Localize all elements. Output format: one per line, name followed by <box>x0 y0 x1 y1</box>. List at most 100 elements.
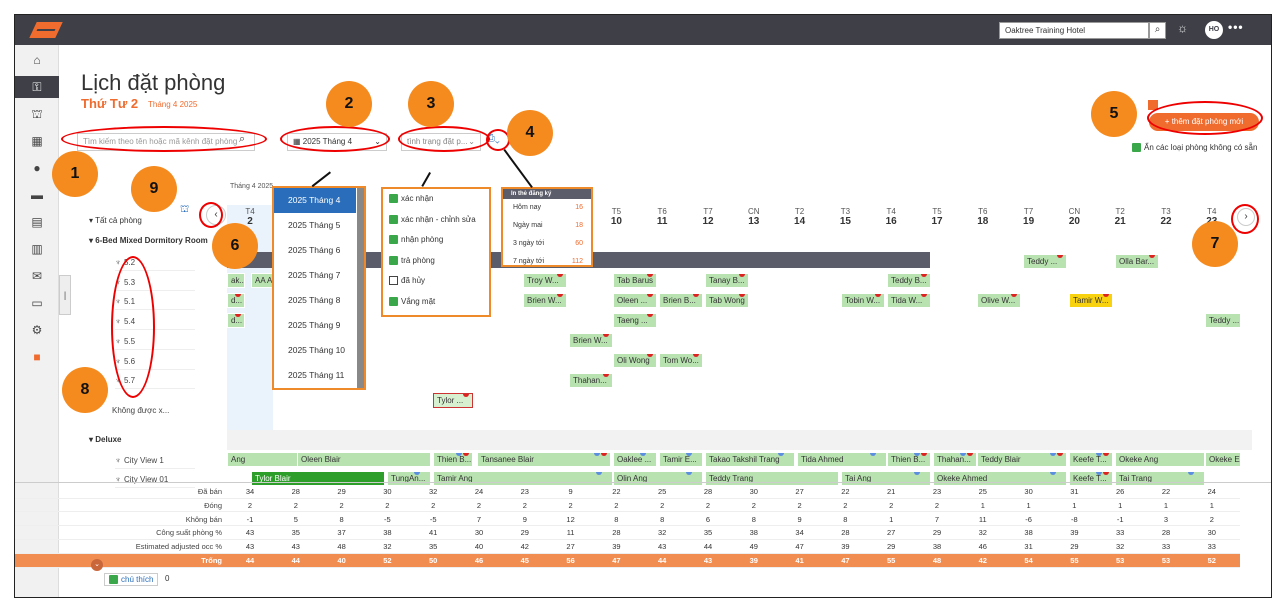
booking-bar[interactable]: Tom Wo... <box>659 353 703 368</box>
more-icon[interactable]: ••• <box>1228 20 1244 34</box>
copy-icon[interactable]: ▤ <box>15 211 59 233</box>
all-rooms-toggle[interactable]: ▾ Tất cả phòng <box>89 216 142 225</box>
bag-icon[interactable]: ■ <box>15 346 59 368</box>
booking-bar[interactable]: Takao Takshil Trang <box>705 452 795 467</box>
booking-bar[interactable]: Tamir E... <box>659 452 703 467</box>
status-option[interactable]: đã hủy <box>383 271 489 292</box>
stats-value: 33 <box>1161 542 1171 552</box>
booking-bar[interactable]: Tida W... <box>887 293 931 308</box>
booking-bar[interactable]: Tab Wong <box>705 293 749 308</box>
stats-value: 47 <box>612 556 621 565</box>
booking-bar[interactable]: Teddy ... <box>1023 254 1067 269</box>
month-option[interactable]: 2025 Tháng 5 <box>274 213 356 238</box>
month-option[interactable]: 2025 Tháng 4 <box>274 188 356 213</box>
booking-bar[interactable]: Tamir W... <box>1069 293 1113 308</box>
lightbulb-icon[interactable]: ☼ <box>1177 21 1188 35</box>
hotel-selector[interactable]: Oaktree Training Hotel <box>999 22 1149 39</box>
chevron-down-icon[interactable]: ⌄ <box>91 559 103 571</box>
booking-bar[interactable]: Tylor ... <box>433 393 473 408</box>
room-type-header[interactable]: ▾ Deluxe <box>89 435 121 444</box>
booking-bar[interactable]: Oleen ... <box>613 293 657 308</box>
print-option[interactable]: Hôm nay 16 <box>503 199 591 217</box>
booking-bar[interactable]: Troy W... <box>523 273 567 288</box>
booking-bar[interactable]: Oaklee ... <box>613 452 657 467</box>
highlight-ring <box>61 126 267 152</box>
stats-label: Đã bán <box>197 487 222 496</box>
booking-bar[interactable]: d... <box>227 313 245 328</box>
status-option-label: nhận phòng <box>401 235 444 244</box>
stats-value: 28 <box>612 528 621 538</box>
avatar[interactable]: HO <box>1205 21 1223 39</box>
print-option-label: 3 ngày tới <box>513 240 545 247</box>
booking-bar[interactable]: Teddy B... <box>887 273 931 288</box>
month-option[interactable]: 2025 Tháng 10 <box>274 338 356 363</box>
status-option[interactable]: trả phòng <box>383 251 489 272</box>
booking-bar[interactable]: Thahan... <box>933 452 977 467</box>
status-option[interactable]: nhận phòng <box>383 230 489 251</box>
month-option[interactable]: 2025 Tháng 8 <box>274 288 356 313</box>
booking-bar[interactable]: Keefe T... <box>1069 452 1113 467</box>
booking-bar[interactable]: Teddy ... <box>1205 313 1241 328</box>
month-option[interactable]: 2025 Tháng 9 <box>274 313 356 338</box>
booking-bar[interactable]: Okeke E <box>1205 452 1241 467</box>
stats-value: 46 <box>978 542 987 552</box>
idcard-icon[interactable]: ▭ <box>15 292 59 314</box>
booking-bar[interactable]: Tobin W... <box>841 293 885 308</box>
booking-bar[interactable]: Thien B... <box>887 452 931 467</box>
booking-bar[interactable]: Teddy Blair <box>977 452 1067 467</box>
booking-bar[interactable]: Brien W... <box>523 293 567 308</box>
stats-value: 42 <box>520 542 529 552</box>
booking-bar[interactable]: Oli Wong <box>613 353 657 368</box>
stats-value: 43 <box>703 556 713 565</box>
home-icon[interactable]: ⌂ <box>15 49 59 71</box>
booking-bar[interactable]: Brien B... <box>659 293 703 308</box>
status-option[interactable]: Vắng mặt <box>383 292 489 313</box>
booking-bar[interactable]: Taeng ... <box>613 313 657 328</box>
status-option[interactable]: xác nhận - chỉnh sửa <box>383 210 489 231</box>
day-column-header: T6 11 <box>639 207 685 227</box>
calendar-icon[interactable]: ▦ <box>15 130 59 152</box>
month-option[interactable]: 2025 Tháng 6 <box>274 238 356 263</box>
checkbox-icon <box>389 276 398 286</box>
search-icon[interactable]: ⌕ <box>1149 22 1166 39</box>
booking-bar[interactable]: Thien B... <box>433 452 473 467</box>
booking-bar[interactable]: Tanay B... <box>705 273 749 288</box>
booking-bar[interactable]: d... <box>227 293 245 308</box>
highlight-ring <box>199 202 223 228</box>
booking-bar[interactable]: ak... <box>227 273 245 288</box>
booking-bar[interactable]: Oleen Blair <box>297 452 431 467</box>
booking-bar[interactable]: Olive W... <box>977 293 1021 308</box>
settings-icon[interactable]: ⚙ <box>15 319 59 341</box>
booking-bar[interactable]: Ang <box>227 452 299 467</box>
status-option[interactable]: xác nhận <box>383 189 489 210</box>
print-option[interactable]: Ngày mai 18 <box>503 217 591 235</box>
chat-icon[interactable]: ✉ <box>15 265 59 287</box>
scrollbar[interactable] <box>357 188 364 388</box>
key-icon[interactable]: ⚿ <box>15 76 59 98</box>
briefcase-icon[interactable]: ▬ <box>15 184 59 206</box>
booking-bar[interactable]: Brien W... <box>569 333 613 348</box>
booking-bar[interactable]: Okeke Ang <box>1115 452 1205 467</box>
booking-bar[interactable]: Tab Barus <box>613 273 657 288</box>
booking-bar[interactable]: Olla Bar... <box>1115 254 1159 269</box>
month-option[interactable]: 2025 Tháng 11 <box>274 363 356 388</box>
hide-unavailable-checkbox[interactable]: Ẩn các loại phòng không có sẵn <box>1132 143 1257 153</box>
report-icon[interactable]: ▥ <box>15 238 59 260</box>
legend-button[interactable]: chú thích <box>104 573 159 587</box>
print-option[interactable]: 7 ngày tới 112 <box>503 253 591 271</box>
booking-bar[interactable]: Thahan... <box>569 373 613 388</box>
bed-icon[interactable]: ⛫ <box>15 103 59 125</box>
booking-bar[interactable]: Tida Ahmed <box>797 452 887 467</box>
sidebar-collapse-handle[interactable]: | <box>59 275 71 315</box>
stats-value: 2 <box>247 500 253 510</box>
room-type-header[interactable]: ▾ 6-Bed Mixed Dormitory Room <box>89 236 208 245</box>
group-icon[interactable]: ⛫ <box>180 204 189 217</box>
print-option[interactable]: 3 ngày tới 60 <box>503 235 591 253</box>
booking-bar[interactable]: AA A <box>251 273 273 288</box>
status-dropdown: xác nhận xác nhận - chỉnh sửa nhận phòng tr… <box>381 187 491 317</box>
booking-bar[interactable]: Tansanee Blair <box>477 452 611 467</box>
month-option[interactable]: 2025 Tháng 7 <box>274 263 356 288</box>
room-type-label: Deluxe <box>95 435 122 444</box>
print-dropdown-header: In thẻ đăng ký <box>503 189 591 199</box>
stats-value: 2 <box>431 500 436 510</box>
